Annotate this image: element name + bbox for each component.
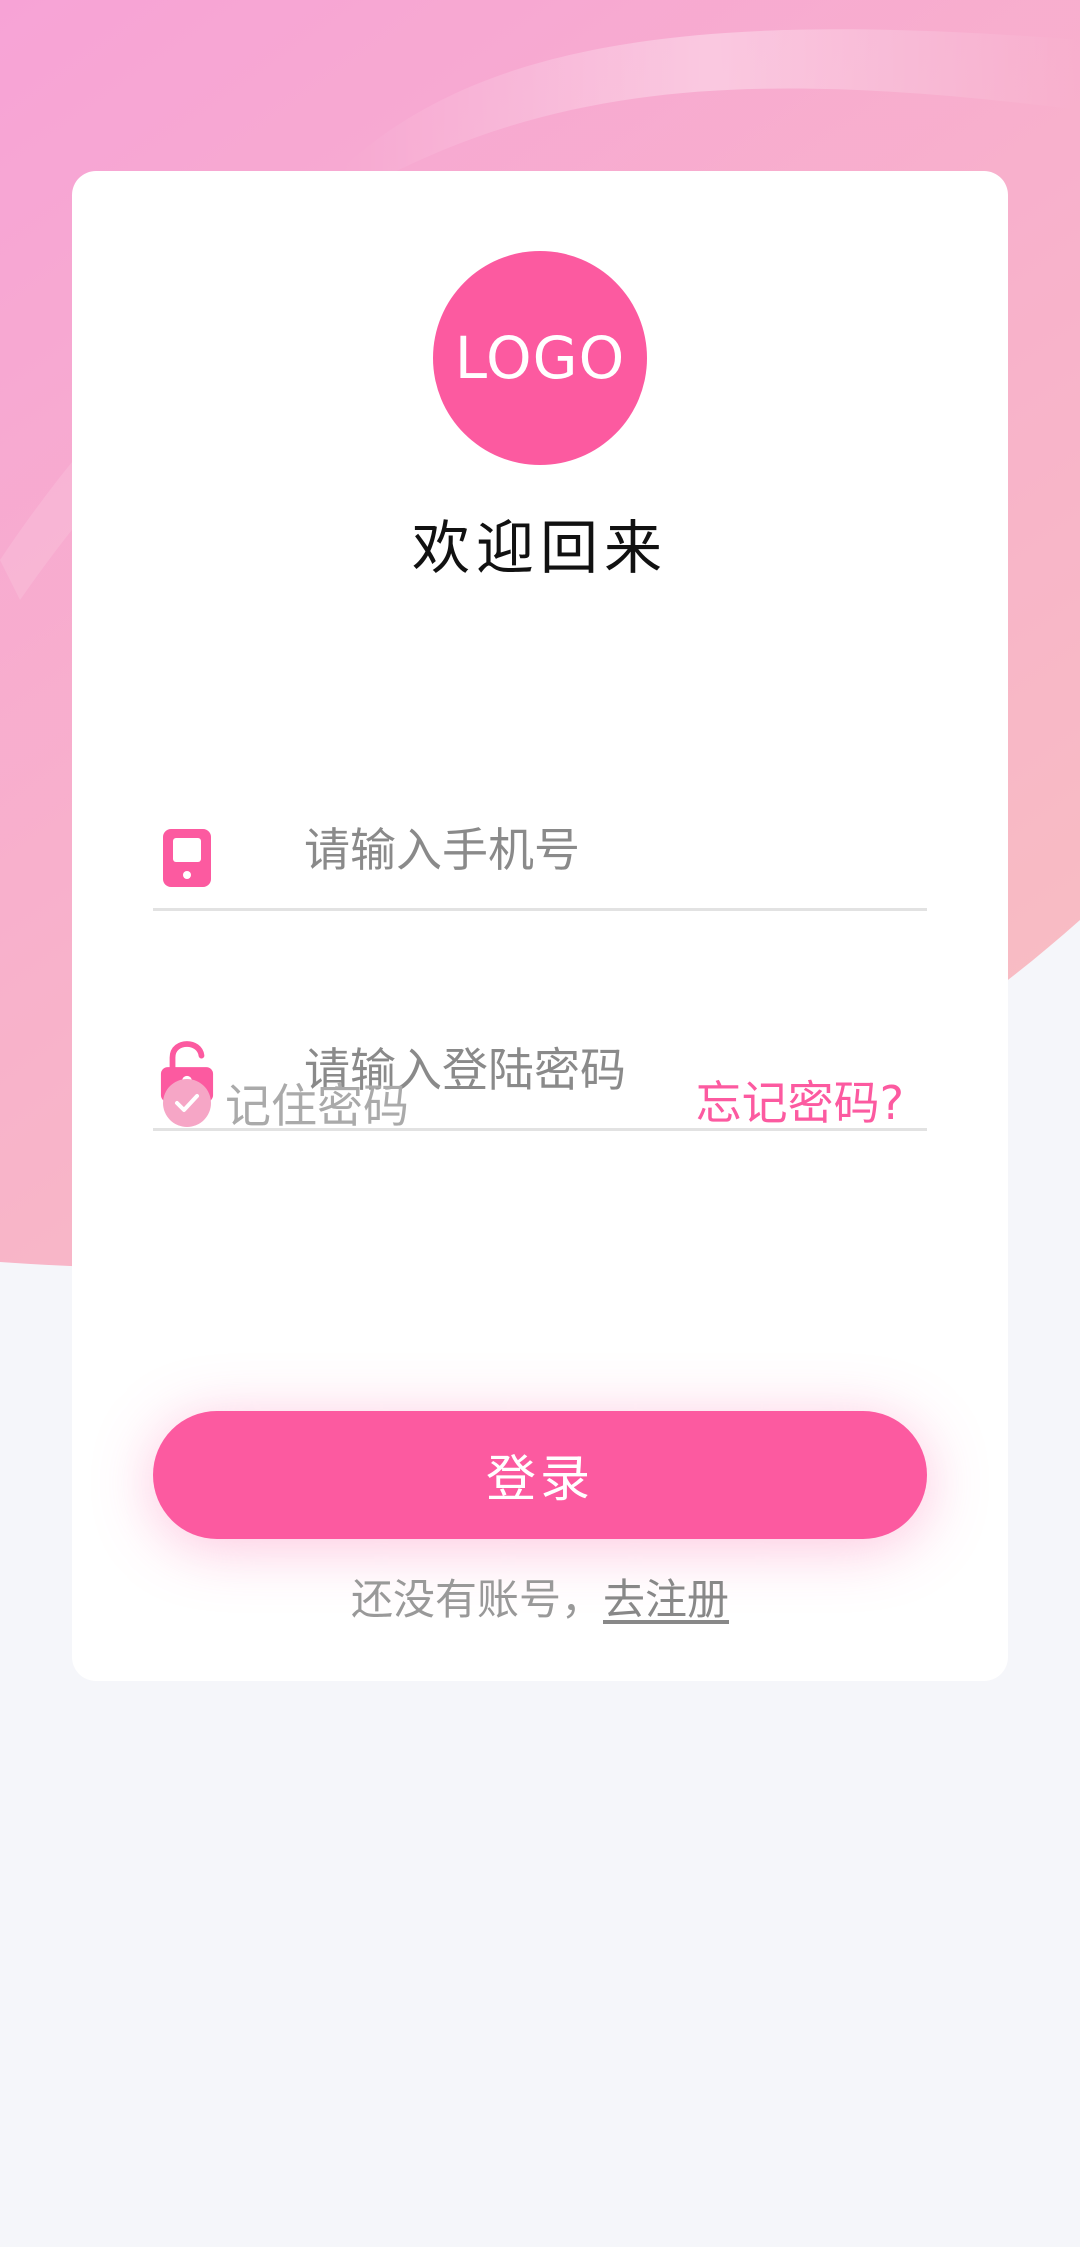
phone-input[interactable] bbox=[304, 791, 914, 908]
welcome-title: 欢迎回来 bbox=[411, 514, 668, 582]
mobile-phone-icon bbox=[163, 829, 211, 887]
forgot-password-link[interactable]: 忘记密码? bbox=[696, 1048, 904, 1158]
login-page: LOGO 欢迎回来 请输入手机号 记住密码 忘记密码? 登录 还没有账号，去注册 bbox=[0, 0, 1080, 2247]
register-prompt-text: 还没有账号， bbox=[350, 1575, 603, 1624]
check-circle-icon bbox=[163, 1079, 211, 1127]
phone-field bbox=[153, 791, 927, 911]
remember-password-label: 记住密码 bbox=[225, 1079, 409, 1133]
remember-password-toggle[interactable]: 记住密码 bbox=[163, 1048, 409, 1158]
login-card: LOGO 欢迎回来 请输入手机号 记住密码 忘记密码? 登录 还没有账号，去注册 bbox=[72, 171, 1008, 1681]
register-prompt: 还没有账号，去注册 bbox=[72, 1566, 1008, 1627]
login-button[interactable]: 登录 bbox=[153, 1411, 927, 1539]
logo: LOGO bbox=[433, 251, 647, 465]
register-link[interactable]: 去注册 bbox=[603, 1575, 729, 1624]
logo-text: LOGO bbox=[454, 324, 626, 392]
